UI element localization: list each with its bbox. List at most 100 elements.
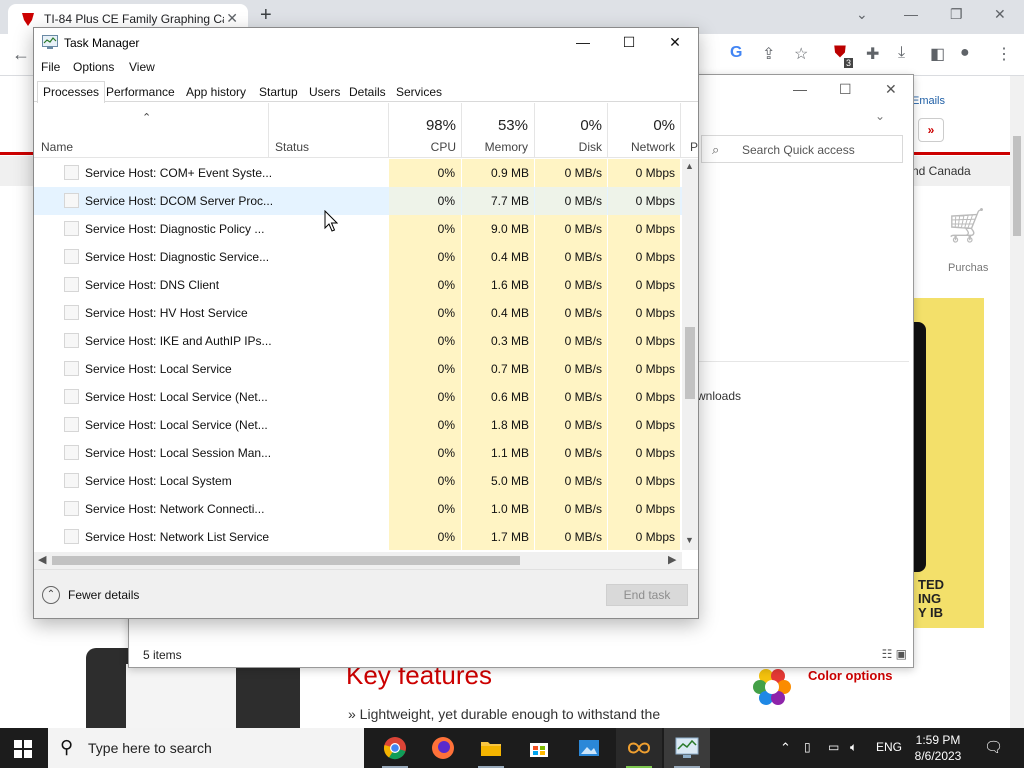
notification-center-icon[interactable]: 🗨︎ (984, 738, 1003, 756)
minimize-icon[interactable]: — (904, 6, 918, 22)
explorer-maximize-icon[interactable]: ☐ (839, 81, 852, 98)
column-divider[interactable] (607, 103, 608, 158)
tm-minimize-icon[interactable]: — (560, 28, 606, 58)
process-row[interactable]: Service Host: Local Session Man... 0% 1.1 … (34, 439, 682, 467)
process-row[interactable]: Service Host: Local System 0% 5.0 MB 0 MB/s… (34, 467, 682, 495)
menu-view[interactable]: View (129, 60, 155, 74)
column-divider[interactable] (388, 103, 389, 158)
process-row[interactable]: Service Host: Diagnostic Policy ... 0% 9.0… (34, 215, 682, 243)
process-row[interactable]: Service Host: Diagnostic Service... 0% 0.4… (34, 243, 682, 271)
google-icon[interactable]: G (730, 44, 742, 62)
store-app-icon[interactable] (516, 728, 562, 768)
tab-search-icon[interactable]: ⌄ (856, 6, 868, 23)
column-divider[interactable] (268, 103, 269, 158)
promo-banner[interactable]: TED ING Y IB (912, 298, 984, 628)
menu-options[interactable]: Options (73, 60, 114, 74)
process-row[interactable]: Service Host: Local Service (Net... 0% 0.6… (34, 383, 682, 411)
process-row[interactable]: Service Host: COM+ Event Syste... 0% 0.9 M… (34, 159, 682, 187)
ti-connect-app-icon[interactable] (616, 728, 662, 768)
explorer-minimize-icon[interactable]: — (793, 81, 807, 97)
browser-scroll-thumb[interactable] (1013, 136, 1021, 236)
volume-icon[interactable]: 🔈︎ (850, 740, 857, 755)
column-cpu[interactable]: CPU (390, 140, 456, 154)
scroll-down-icon[interactable]: ▼ (685, 535, 694, 545)
download-icon[interactable]: ⤓ (898, 44, 905, 62)
column-divider[interactable] (534, 103, 535, 158)
color-options-link[interactable]: Color options (808, 668, 893, 683)
view-mode-icons[interactable]: ☷ ▣ (882, 647, 907, 661)
scroll-up-icon[interactable]: ▲ (685, 161, 694, 171)
firefox-app-icon[interactable] (420, 728, 466, 768)
chevron-up-circle-icon[interactable]: ⌃ (42, 586, 60, 604)
vscroll-thumb[interactable] (685, 327, 695, 399)
kebab-menu-icon[interactable]: ⋮ (996, 44, 1012, 64)
column-name[interactable]: Name (41, 140, 73, 154)
cpu-percent[interactable]: 98% (390, 117, 456, 134)
back-arrow-icon[interactable]: ← (12, 44, 30, 65)
close-tab-icon[interactable]: ✕ (226, 10, 238, 27)
process-row[interactable]: Service Host: DNS Client 0% 1.6 MB 0 MB/s 0 … (34, 271, 682, 299)
disk-percent[interactable]: 0% (538, 117, 602, 134)
process-list-vscroll[interactable]: ▲ ▼ (682, 159, 698, 550)
tm-maximize-icon[interactable]: ☐ (606, 28, 652, 58)
cart-icon[interactable]: 🛒︎ (945, 206, 988, 246)
process-row[interactable]: Service Host: DCOM Server Proc... 0% 7.7 M… (34, 187, 682, 215)
scroll-left-icon[interactable]: ◀ (38, 553, 46, 566)
tab-services[interactable]: Services (390, 81, 448, 102)
process-list-hscroll[interactable]: ◀ ▶ (34, 552, 682, 569)
emails-link[interactable]: Emails (912, 95, 945, 107)
battery-icon[interactable]: ▯ (804, 740, 811, 754)
task-manager-app-icon[interactable] (664, 728, 710, 768)
process-row[interactable]: Service Host: Network Connecti... 0% 1.0 M… (34, 495, 682, 523)
new-tab-icon[interactable]: + (260, 4, 272, 27)
tab-details[interactable]: Details (343, 81, 392, 102)
column-power-truncated[interactable]: P (690, 140, 698, 154)
end-task-button[interactable]: End task (606, 584, 688, 606)
downloads-item[interactable]: wnloads (697, 389, 741, 403)
tab-users[interactable]: Users (303, 81, 346, 102)
file-explorer-app-icon[interactable] (468, 728, 514, 768)
hscroll-thumb[interactable] (52, 556, 520, 565)
show-hidden-icons-icon[interactable]: ⌃ (780, 740, 791, 756)
taskbar-clock[interactable]: 1:59 PM 8/6/2023 (906, 732, 970, 764)
process-row[interactable]: Service Host: Local Service (Net... 0% 1.8… (34, 411, 682, 439)
ribbon-expand-icon[interactable]: ⌄ (875, 109, 885, 123)
column-memory[interactable]: Memory (464, 140, 528, 154)
explorer-search-box[interactable]: ⌕ Search Quick access (701, 135, 903, 163)
menu-file[interactable]: File (41, 60, 60, 74)
close-icon[interactable]: ✕ (994, 6, 1006, 23)
windows-start-icon[interactable] (14, 740, 32, 758)
column-divider[interactable] (680, 103, 681, 158)
taskbar-search-box[interactable]: ⚲ Type here to search (48, 728, 364, 768)
process-row[interactable]: Service Host: Local Service 0% 0.7 MB 0 MB/… (34, 355, 682, 383)
network-icon[interactable]: ▭ (828, 740, 839, 754)
fewer-details-link[interactable]: Fewer details (68, 588, 139, 602)
puzzle-icon[interactable]: ✚ (866, 44, 879, 64)
browser-scrollbar[interactable] (1010, 76, 1024, 728)
process-row[interactable]: Service Host: Network List Service 0% 1.7 … (34, 523, 682, 550)
process-row[interactable]: Service Host: IKE and AuthIP IPs... 0% 0.3… (34, 327, 682, 355)
explorer-close-icon[interactable]: ✕ (885, 81, 897, 98)
tab-performance[interactable]: Performance (100, 81, 181, 102)
star-icon[interactable]: ☆ (794, 44, 808, 64)
task-manager-titlebar[interactable]: Task Manager — ☐ ✕ (34, 28, 698, 58)
next-arrow-button[interactable]: » (918, 118, 944, 142)
tab-app-history[interactable]: App history (180, 81, 252, 102)
tab-startup[interactable]: Startup (253, 81, 304, 102)
tab-processes[interactable]: Processes (37, 81, 106, 103)
share-icon[interactable]: ⇪ (762, 44, 775, 64)
column-disk[interactable]: Disk (538, 140, 602, 154)
side-panel-icon[interactable]: ◧ (930, 44, 945, 64)
chrome-app-icon[interactable] (372, 728, 418, 768)
language-indicator[interactable]: ENG (876, 740, 902, 754)
tm-close-icon[interactable]: ✕ (652, 28, 698, 58)
photos-app-icon[interactable] (566, 728, 612, 768)
memory-percent[interactable]: 53% (464, 117, 528, 134)
column-status[interactable]: Status (275, 140, 309, 154)
sort-arrow-icon[interactable]: ⌃ (142, 111, 151, 124)
column-network[interactable]: Network (610, 140, 675, 154)
restore-icon[interactable]: ❐ (950, 6, 963, 23)
process-row[interactable]: Service Host: HV Host Service 0% 0.4 MB 0 M… (34, 299, 682, 327)
scroll-right-icon[interactable]: ▶ (668, 553, 676, 566)
network-percent[interactable]: 0% (610, 117, 675, 134)
